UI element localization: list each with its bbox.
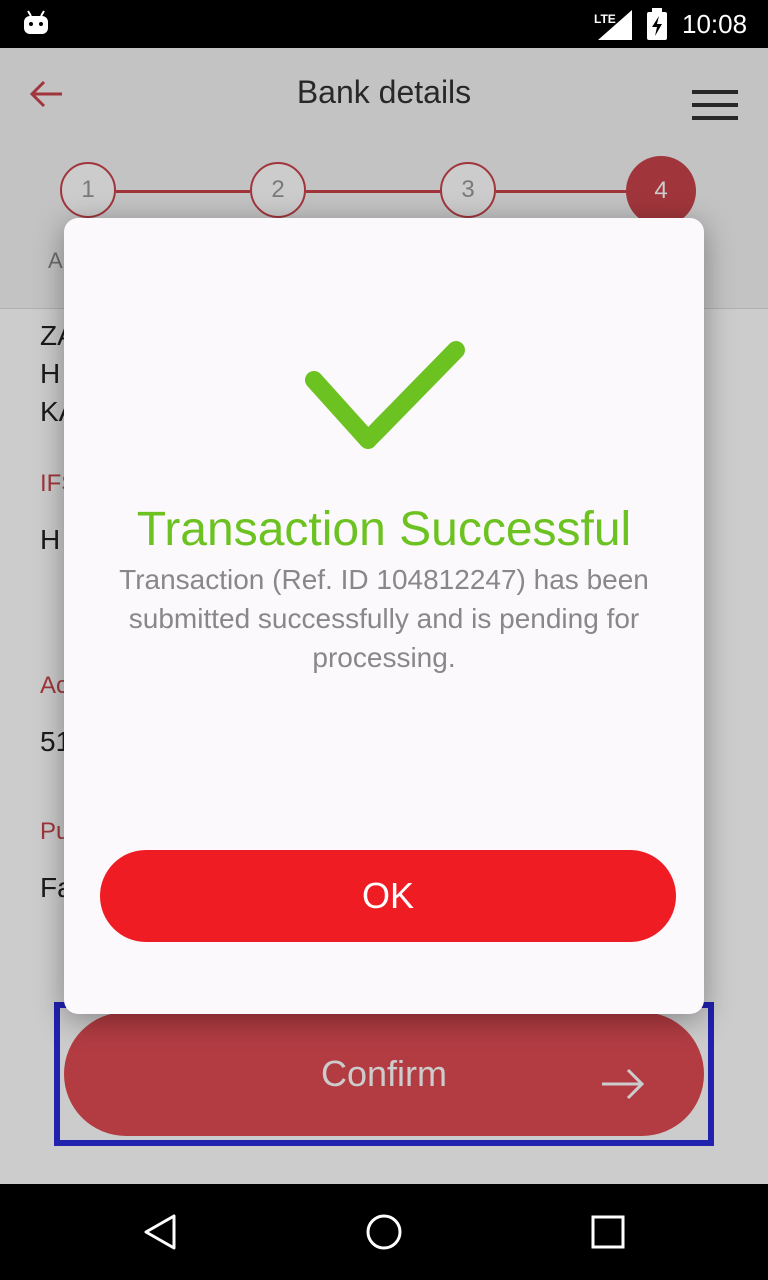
ok-button[interactable]: OK (100, 850, 676, 942)
dialog-message: Transaction (Ref. ID 104812247) has been… (119, 564, 649, 673)
clock: 10:08 (682, 9, 748, 39)
success-dialog: Transaction Successful Transaction (Ref.… (64, 218, 704, 1014)
nav-recents-icon[interactable] (590, 1214, 626, 1250)
nav-back-icon[interactable] (140, 1212, 180, 1252)
battery-charging-icon (647, 8, 667, 40)
nav-home-icon[interactable] (364, 1212, 404, 1252)
android-icon (24, 10, 48, 34)
status-bar: LTE 10:08 (0, 0, 768, 48)
dialog-title: Transaction Successful (136, 503, 632, 556)
checkmark-icon (305, 341, 465, 449)
system-nav-bar (0, 1184, 768, 1280)
ok-button-label: OK (361, 875, 414, 916)
signal-icon (598, 10, 632, 40)
